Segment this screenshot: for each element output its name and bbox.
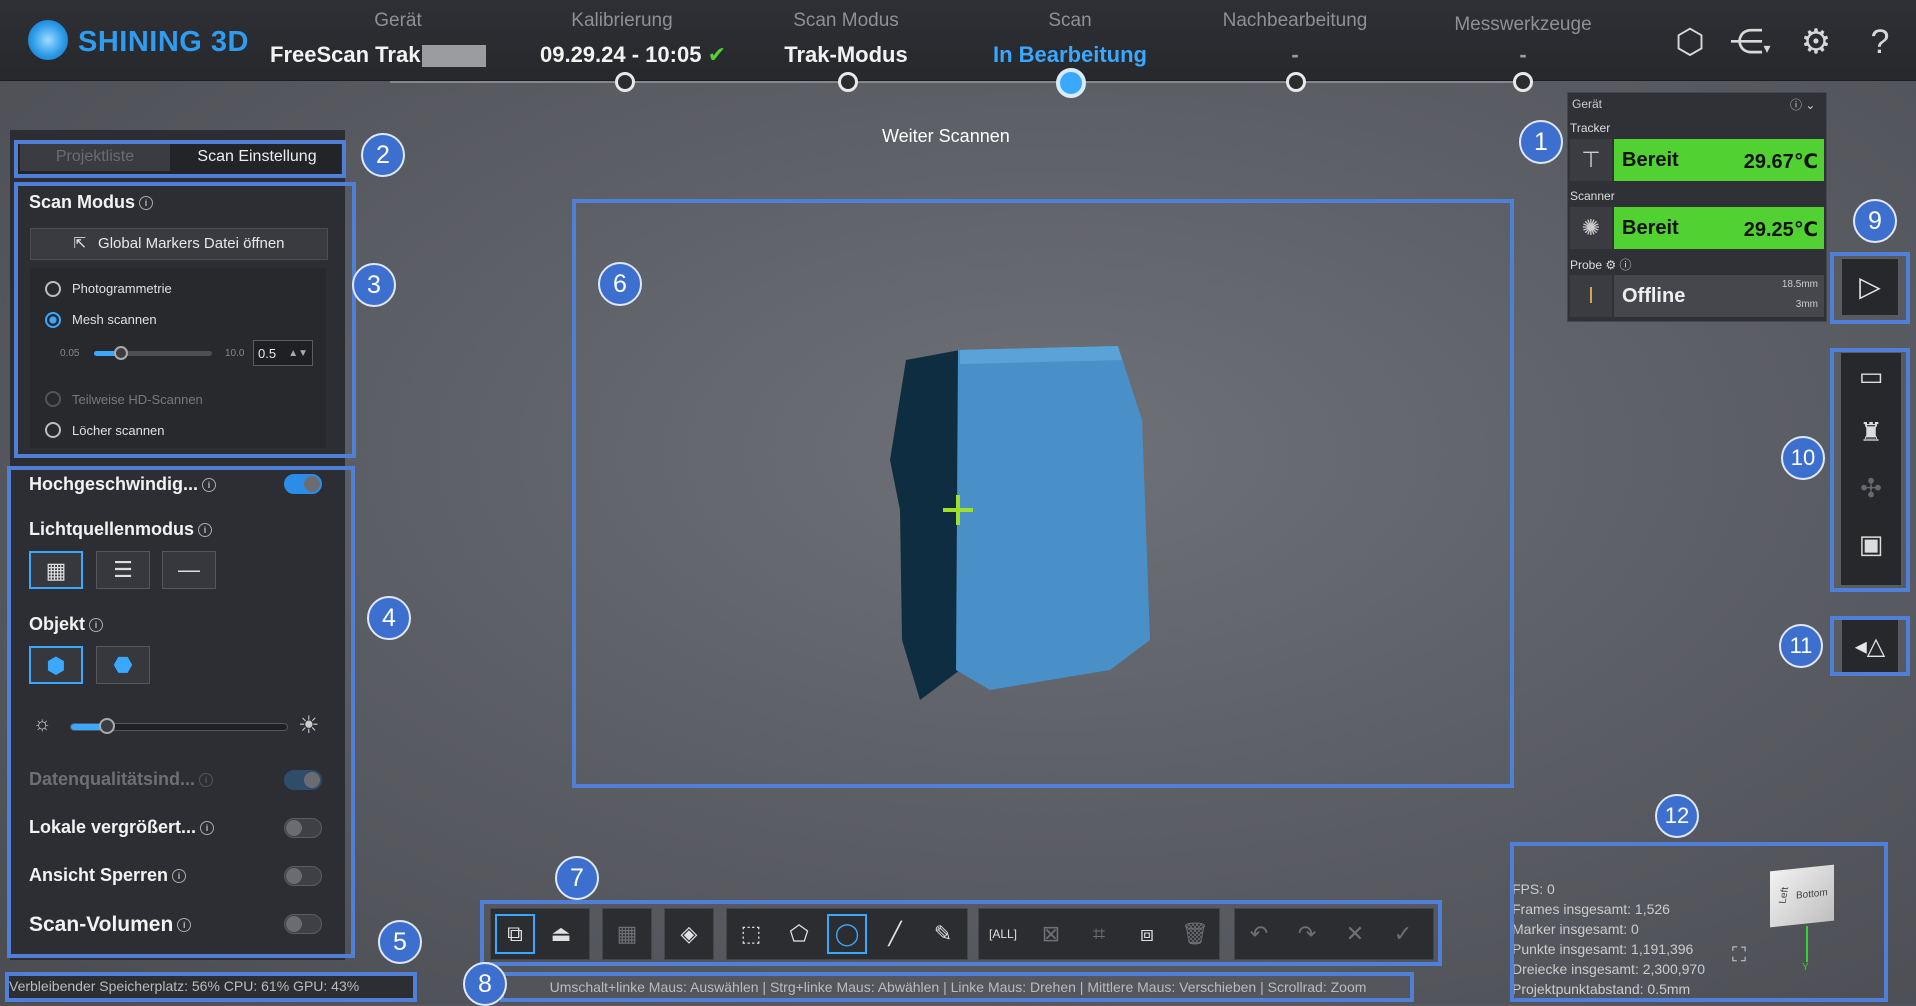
step-value-scan-mode[interactable]: Trak-Modus [716, 42, 976, 68]
step-label-scan: Scan [1048, 10, 1092, 31]
step-value-postprocess[interactable]: - [1165, 42, 1425, 68]
callout-6: 6 [598, 262, 642, 306]
step-value-device[interactable]: FreeScan Trak [270, 42, 487, 68]
highlight-box-5 [5, 972, 417, 1002]
redacted-block [422, 45, 487, 68]
highlight-box-9 [1830, 252, 1910, 324]
callout-1: 1 [1519, 120, 1563, 164]
highlight-box-11 [1830, 616, 1910, 676]
highlight-box-12 [1510, 842, 1888, 1002]
probe-status: Offline 18.5mm 3mm [1614, 275, 1824, 317]
step-label-calibration: Kalibrierung [571, 10, 673, 31]
gear-icon[interactable]: ⚙ [1794, 20, 1838, 64]
callout-10: 10 [1781, 436, 1825, 480]
step-dot-scan[interactable] [1056, 68, 1086, 98]
shining3d-logo-icon [28, 20, 68, 60]
mesh-shadow-side [890, 350, 960, 700]
tracker-label: Tracker [1570, 121, 1611, 135]
highlight-box-8 [500, 972, 1414, 1002]
step-label-measure: Messwerkzeuge [1454, 14, 1592, 35]
step-dot-measure[interactable] [1513, 72, 1533, 92]
callout-3: 3 [352, 263, 396, 307]
collapse-icon[interactable]: ⓘ ⌄ [1790, 96, 1815, 113]
callout-8: 8 [463, 962, 507, 1006]
step-progress-line [390, 81, 1530, 83]
callout-9: 9 [1853, 199, 1897, 243]
highlight-box-4 [7, 466, 355, 958]
help-icon[interactable]: ? [1858, 20, 1902, 64]
step-dot-calibration[interactable] [615, 72, 635, 92]
app-logo-text: SHINING 3D [78, 26, 249, 58]
scan-mesh[interactable] [860, 340, 1160, 710]
scanner-label: Scanner [1570, 189, 1615, 203]
share-icon[interactable]: ⋲▾ [1722, 20, 1778, 64]
device-panel: Gerät ⓘ ⌄ Tracker ⊤ Bereit 29.67℃ Scanner… [1567, 92, 1827, 322]
tracker-status: Bereit 29.67℃ [1614, 139, 1824, 181]
callout-4: 4 [367, 596, 411, 640]
scanner-icon: ✺ [1570, 207, 1612, 249]
step-dot-postprocess[interactable] [1286, 72, 1306, 92]
step-label-scan-mode: Scan Modus [793, 10, 899, 31]
step-value-measure[interactable]: - [1393, 42, 1653, 68]
callout-5: 5 [378, 920, 422, 964]
step-value-scan[interactable]: In Bearbeitung [940, 42, 1200, 68]
continue-scan-hint: Weiter Scannen [882, 126, 1010, 146]
top-bar: SHINING 3D Gerät FreeScan Trak Kalibrier… [0, 0, 1916, 81]
mesh-front-face [956, 346, 1150, 690]
step-dot-scan-mode[interactable] [838, 72, 858, 92]
tracker-icon: ⊤ [1570, 139, 1612, 181]
callout-2: 2 [361, 133, 405, 177]
scanner-status: Bereit 29.25℃ [1614, 207, 1824, 249]
probe-icon: ǀ [1570, 275, 1612, 317]
step-label-device: Gerät [374, 10, 422, 31]
callout-7: 7 [555, 856, 599, 900]
highlight-box-2 [14, 140, 346, 178]
step-label-postprocess: Nachbearbeitung [1222, 10, 1368, 31]
callout-11: 11 [1779, 624, 1823, 668]
model-cube-icon[interactable]: ⬡ [1668, 20, 1712, 64]
callout-12: 12 [1655, 794, 1699, 838]
highlight-box-7 [480, 900, 1442, 966]
probe-gear-icon[interactable]: ⚙ ⓘ [1605, 258, 1631, 272]
device-panel-title: Gerät [1572, 97, 1603, 111]
probe-label: Probe ⚙ ⓘ [1570, 258, 1632, 272]
highlight-box-3 [14, 182, 356, 458]
highlight-box-10 [1830, 348, 1910, 592]
step-value-calibration[interactable]: 09.29.24 - 10:05 ✔ [518, 42, 748, 68]
